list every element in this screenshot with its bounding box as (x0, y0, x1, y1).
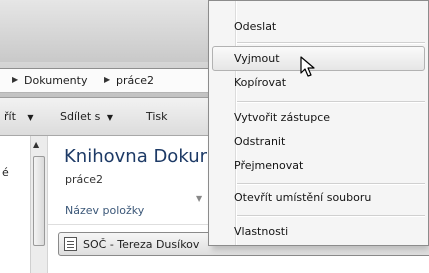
word-document-icon (64, 237, 77, 251)
menu-separator (237, 101, 425, 102)
scroll-thumb[interactable] (33, 156, 45, 246)
chevron-down-icon: ▼ (106, 113, 114, 122)
library-title: Knihovna Dokur (64, 146, 207, 167)
menu-item-cut[interactable]: Vyjmout (234, 52, 280, 65)
column-header-name[interactable]: Název položky (65, 204, 144, 217)
breadcrumb-item-dokumenty[interactable]: Dokumenty (24, 74, 87, 87)
file-name: SOČ - Tereza Dusíkov (83, 238, 200, 251)
navpane-item-label[interactable]: é (2, 166, 9, 179)
print-button[interactable]: Tisk (146, 110, 168, 123)
menu-item-create-shortcut[interactable]: Vytvořit zástupce (234, 111, 330, 124)
library-subtitle: práce2 (65, 173, 104, 186)
scroll-up-arrow-icon[interactable]: ▲ (33, 140, 39, 149)
menu-item-send-to[interactable]: Odeslat (234, 20, 276, 33)
context-menu: Odeslat Vyjmout Kopírovat Vytvořit zástu… (208, 0, 429, 246)
menu-item-open-file-location[interactable]: Otevřít umístění souboru (234, 191, 371, 204)
sort-arrow-icon: ▼ (196, 194, 203, 203)
menu-item-copy[interactable]: Kopírovat (234, 76, 286, 89)
organize-label: řít (4, 110, 16, 123)
chevron-down-icon: ▼ (27, 113, 34, 122)
share-button[interactable]: Sdílet s ▼ (60, 110, 113, 123)
menu-separator (237, 183, 425, 184)
share-label: Sdílet s (60, 110, 101, 123)
navpane-scrollbar[interactable]: ▲ (30, 136, 47, 273)
menu-item-rename[interactable]: Přejmenovat (234, 159, 303, 172)
mouse-pointer-icon (300, 56, 315, 77)
breadcrumb-arrow-icon[interactable]: ▶ (12, 75, 18, 84)
menu-item-delete[interactable]: Odstranit (234, 135, 285, 148)
breadcrumb-item-prace2[interactable]: práce2 (116, 74, 154, 87)
menu-separator (237, 215, 425, 216)
menu-separator (237, 42, 425, 43)
organize-button[interactable]: řít ▼ (4, 110, 34, 123)
menu-item-properties[interactable]: Vlastnosti (234, 225, 288, 238)
breadcrumb-arrow-icon[interactable]: ▶ (104, 75, 110, 84)
